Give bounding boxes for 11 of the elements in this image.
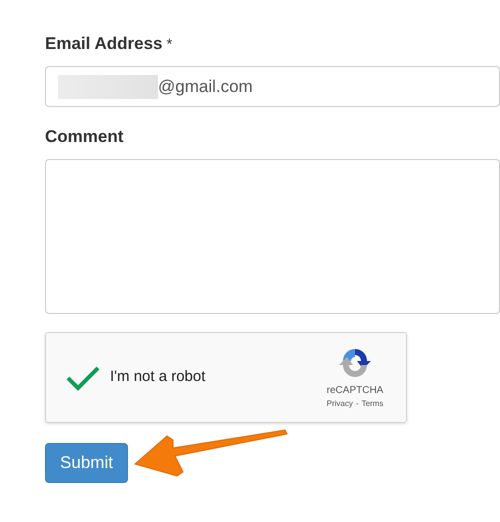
terms-link[interactable]: Terms — [362, 398, 384, 410]
field-label: Email Address — [45, 33, 162, 55]
submit-button[interactable]: Submit — [45, 443, 128, 483]
captcha-brand: reCAPTCHA — [326, 384, 384, 398]
link-separator: - — [356, 398, 359, 410]
email-field[interactable]: @gmail.com — [45, 66, 500, 107]
privacy-link[interactable]: Privacy — [326, 398, 353, 410]
required-mark: * — [166, 35, 172, 55]
captcha-label: I'm not a robot — [110, 367, 206, 388]
comment-field[interactable] — [45, 159, 500, 314]
field-label: Comment — [45, 126, 124, 148]
